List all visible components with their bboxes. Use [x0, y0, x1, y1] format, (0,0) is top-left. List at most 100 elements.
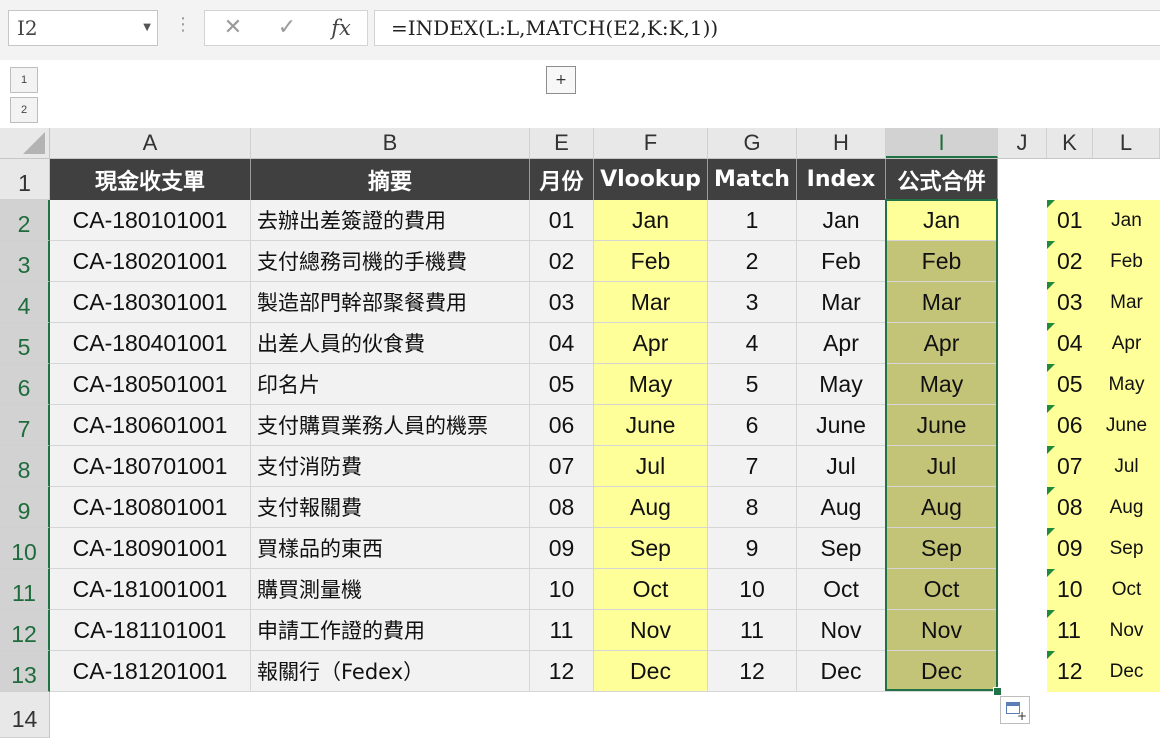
- cell-f4[interactable]: Mar: [594, 282, 708, 323]
- cell-i5[interactable]: Apr: [886, 323, 998, 364]
- cell-k5[interactable]: 04: [1047, 323, 1093, 364]
- cell-f12[interactable]: Nov: [594, 610, 708, 651]
- cell-k7[interactable]: 06: [1047, 405, 1093, 446]
- cell-k13[interactable]: 12: [1047, 651, 1093, 692]
- cell-a11[interactable]: CA-181001001: [50, 569, 251, 610]
- cell-h12[interactable]: Nov: [797, 610, 886, 651]
- cell-f9[interactable]: Aug: [594, 487, 708, 528]
- cell-k11[interactable]: 10: [1047, 569, 1093, 610]
- cell-i2[interactable]: Jan: [886, 200, 998, 241]
- header-cell-h[interactable]: Index: [797, 159, 886, 200]
- cell-b13[interactable]: 報關行（Fedex）: [251, 651, 530, 692]
- cell-b5[interactable]: 出差人員的伙食費: [251, 323, 530, 364]
- cell-a5[interactable]: CA-180401001: [50, 323, 251, 364]
- header-cell-b[interactable]: 摘要: [251, 159, 530, 200]
- cell-f6[interactable]: May: [594, 364, 708, 405]
- cell-i12[interactable]: Nov: [886, 610, 998, 651]
- cell-i6[interactable]: May: [886, 364, 998, 405]
- cell-k6[interactable]: 05: [1047, 364, 1093, 405]
- cell-e4[interactable]: 03: [530, 282, 594, 323]
- cell-f13[interactable]: Dec: [594, 651, 708, 692]
- cell-l5[interactable]: Apr: [1093, 323, 1160, 364]
- cell-h10[interactable]: Sep: [797, 528, 886, 569]
- cell-g9[interactable]: 8: [708, 487, 797, 528]
- cell-l3[interactable]: Feb: [1093, 241, 1160, 282]
- cell-g5[interactable]: 4: [708, 323, 797, 364]
- cell-a8[interactable]: CA-180701001: [50, 446, 251, 487]
- cell-e11[interactable]: 10: [530, 569, 594, 610]
- cell-f8[interactable]: Jul: [594, 446, 708, 487]
- cell-i4[interactable]: Mar: [886, 282, 998, 323]
- cell-g3[interactable]: 2: [708, 241, 797, 282]
- cell-l10[interactable]: Sep: [1093, 528, 1160, 569]
- cell-i8[interactable]: Jul: [886, 446, 998, 487]
- cell-e12[interactable]: 11: [530, 610, 594, 651]
- cell-a6[interactable]: CA-180501001: [50, 364, 251, 405]
- cell-h8[interactable]: Jul: [797, 446, 886, 487]
- cell-l7[interactable]: June: [1093, 405, 1160, 446]
- cell-k10[interactable]: 09: [1047, 528, 1093, 569]
- cell-k3[interactable]: 02: [1047, 241, 1093, 282]
- cell-g11[interactable]: 10: [708, 569, 797, 610]
- cell-i7[interactable]: June: [886, 405, 998, 446]
- cell-a7[interactable]: CA-180601001: [50, 405, 251, 446]
- cell-b12[interactable]: 申請工作證的費用: [251, 610, 530, 651]
- cell-g13[interactable]: 12: [708, 651, 797, 692]
- cell-f3[interactable]: Feb: [594, 241, 708, 282]
- cell-b10[interactable]: 買樣品的東西: [251, 528, 530, 569]
- cell-e3[interactable]: 02: [530, 241, 594, 282]
- cell-h13[interactable]: Dec: [797, 651, 886, 692]
- cell-a2[interactable]: CA-180101001: [50, 200, 251, 241]
- cell-g8[interactable]: 7: [708, 446, 797, 487]
- cell-g6[interactable]: 5: [708, 364, 797, 405]
- header-cell-i[interactable]: 公式合併: [886, 159, 998, 200]
- cell-l6[interactable]: May: [1093, 364, 1160, 405]
- header-cell-f[interactable]: Vlookup: [594, 159, 708, 200]
- header-cell-a[interactable]: 現金收支單: [50, 159, 251, 200]
- cell-f11[interactable]: Oct: [594, 569, 708, 610]
- cell-b11[interactable]: 購買測量機: [251, 569, 530, 610]
- cell-f7[interactable]: June: [594, 405, 708, 446]
- cell-a10[interactable]: CA-180901001: [50, 528, 251, 569]
- cell-e5[interactable]: 04: [530, 323, 594, 364]
- cell-i11[interactable]: Oct: [886, 569, 998, 610]
- cell-k4[interactable]: 03: [1047, 282, 1093, 323]
- cell-a12[interactable]: CA-181101001: [50, 610, 251, 651]
- cell-h5[interactable]: Apr: [797, 323, 886, 364]
- cell-h6[interactable]: May: [797, 364, 886, 405]
- header-cell-e[interactable]: 月份: [530, 159, 594, 200]
- cell-b9[interactable]: 支付報關費: [251, 487, 530, 528]
- cell-l8[interactable]: Jul: [1093, 446, 1160, 487]
- cell-a4[interactable]: CA-180301001: [50, 282, 251, 323]
- cell-b6[interactable]: 印名片: [251, 364, 530, 405]
- cell-e2[interactable]: 01: [530, 200, 594, 241]
- cell-g10[interactable]: 9: [708, 528, 797, 569]
- cell-h11[interactable]: Oct: [797, 569, 886, 610]
- cell-h7[interactable]: June: [797, 405, 886, 446]
- cell-i10[interactable]: Sep: [886, 528, 998, 569]
- cell-a13[interactable]: CA-181201001: [50, 651, 251, 692]
- cell-e9[interactable]: 08: [530, 487, 594, 528]
- fill-handle[interactable]: [993, 687, 1002, 696]
- cell-g7[interactable]: 6: [708, 405, 797, 446]
- cell-e7[interactable]: 06: [530, 405, 594, 446]
- cell-k9[interactable]: 08: [1047, 487, 1093, 528]
- cell-i9[interactable]: Aug: [886, 487, 998, 528]
- cell-k12[interactable]: 11: [1047, 610, 1093, 651]
- cell-f2[interactable]: Jan: [594, 200, 708, 241]
- cell-l9[interactable]: Aug: [1093, 487, 1160, 528]
- cell-f5[interactable]: Apr: [594, 323, 708, 364]
- cell-l12[interactable]: Nov: [1093, 610, 1160, 651]
- header-cell-g[interactable]: Match: [708, 159, 797, 200]
- cell-g12[interactable]: 11: [708, 610, 797, 651]
- cell-b7[interactable]: 支付購買業務人員的機票: [251, 405, 530, 446]
- cell-e10[interactable]: 09: [530, 528, 594, 569]
- cell-b4[interactable]: 製造部門幹部聚餐費用: [251, 282, 530, 323]
- cell-l13[interactable]: Dec: [1093, 651, 1160, 692]
- cell-i3[interactable]: Feb: [886, 241, 998, 282]
- cell-g4[interactable]: 3: [708, 282, 797, 323]
- cell-h9[interactable]: Aug: [797, 487, 886, 528]
- cell-l2[interactable]: Jan: [1093, 200, 1160, 241]
- cell-g2[interactable]: 1: [708, 200, 797, 241]
- cell-l4[interactable]: Mar: [1093, 282, 1160, 323]
